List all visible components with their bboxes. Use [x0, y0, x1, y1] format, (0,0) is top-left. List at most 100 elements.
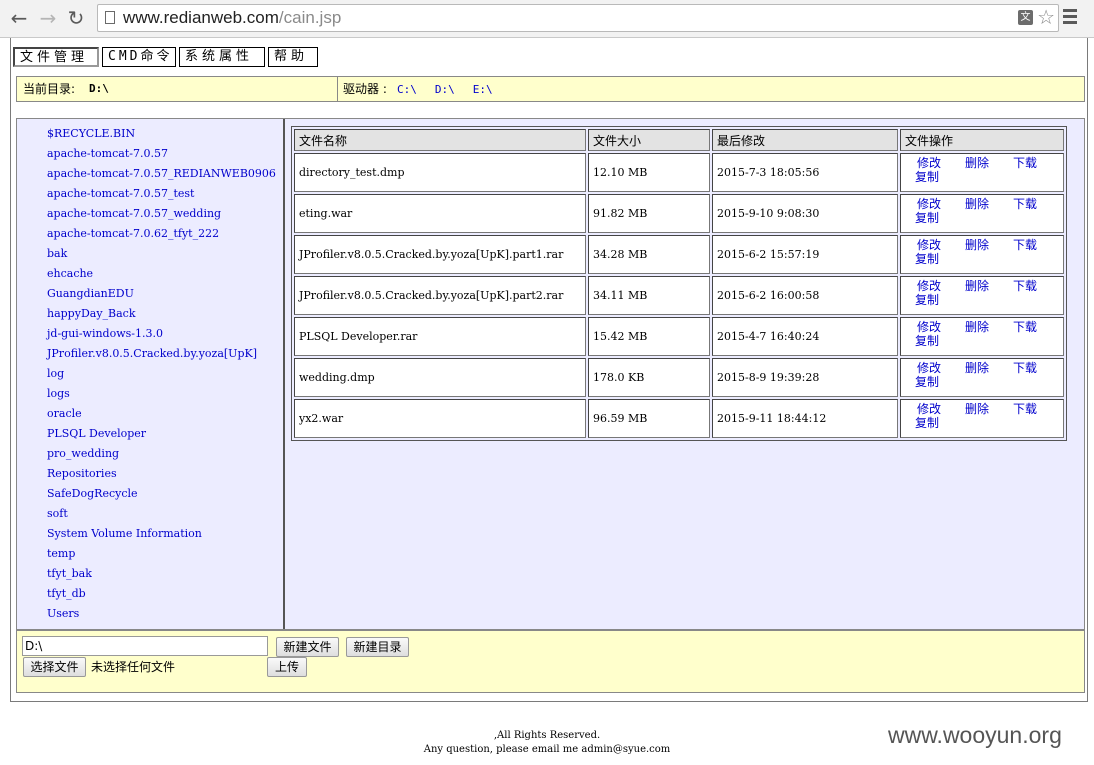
download-link[interactable]: 下载	[1013, 320, 1037, 334]
dir-item[interactable]: apache-tomcat-7.0.57	[47, 147, 168, 161]
tab-help[interactable]: 帮助	[268, 47, 318, 67]
drive-link-e[interactable]: E:\	[473, 83, 493, 96]
url-host: www.redianweb.com	[123, 8, 279, 27]
dir-item[interactable]: $RECYCLE.BIN	[47, 127, 135, 141]
new-dir-button[interactable]: 新建目录	[346, 637, 409, 657]
table-row: wedding.dmp 178.0 KB 2015-8-9 19:39:28 修…	[294, 358, 1064, 397]
copy-link[interactable]: 复制	[915, 252, 939, 266]
path-input[interactable]	[22, 636, 268, 656]
edit-link[interactable]: 修改	[917, 361, 941, 375]
delete-link[interactable]: 删除	[965, 238, 989, 252]
watermark: www.wooyun.org	[888, 722, 1062, 748]
copy-link[interactable]: 复制	[915, 375, 939, 389]
dir-item[interactable]: SafeDogRecycle	[47, 487, 138, 501]
file-modified: 2015-6-2 15:57:19	[712, 235, 898, 274]
delete-link[interactable]: 删除	[965, 197, 989, 211]
url-text[interactable]: www.redianweb.com/cain.jsp	[123, 8, 341, 28]
reload-icon[interactable]: ↻	[65, 6, 87, 30]
table-row: eting.war 91.82 MB 2015-9-10 9:08:30 修改 删…	[294, 194, 1064, 233]
tab-system-properties[interactable]: 系统属性	[179, 47, 265, 67]
file-size: 34.28 MB	[588, 235, 710, 274]
dir-item[interactable]: logs	[47, 387, 70, 401]
dir-item[interactable]: oracle	[47, 407, 82, 421]
dir-item[interactable]: Repositories	[47, 467, 117, 481]
bookmark-star-icon[interactable]: ☆	[1037, 6, 1055, 28]
translate-icon[interactable]: 文	[1018, 10, 1033, 25]
upload-button[interactable]: 上传	[267, 657, 307, 677]
delete-link[interactable]: 删除	[965, 361, 989, 375]
dir-item[interactable]: System Volume Information	[47, 527, 202, 541]
delete-link[interactable]: 删除	[965, 320, 989, 334]
col-header-actions: 文件操作	[900, 129, 1064, 151]
dir-item[interactable]: apache-tomcat-7.0.62_tfyt_222	[47, 227, 219, 241]
dir-item[interactable]: PLSQL Developer	[47, 427, 146, 441]
url-path: /cain.jsp	[278, 8, 342, 27]
edit-link[interactable]: 修改	[917, 320, 941, 334]
edit-link[interactable]: 修改	[917, 197, 941, 211]
tab-cmd[interactable]: CMD命令	[102, 47, 176, 67]
dir-item[interactable]: temp	[47, 547, 75, 561]
dir-item[interactable]: tfyt_bak	[47, 567, 92, 581]
table-row: JProfiler.v8.0.5.Cracked.by.yoza[UpK].pa…	[294, 235, 1064, 274]
edit-link[interactable]: 修改	[917, 156, 941, 170]
download-link[interactable]: 下载	[1013, 197, 1037, 211]
dir-item[interactable]: ehcache	[47, 267, 93, 281]
current-dir-value: D:\	[89, 82, 109, 95]
dir-item[interactable]: bak	[47, 247, 67, 261]
drives-label: 驱动器 :	[343, 82, 387, 96]
copy-link[interactable]: 复制	[915, 170, 939, 184]
file-table: 文件名称 文件大小 最后修改 文件操作 directory_test.dmp 1…	[291, 126, 1067, 441]
dir-item[interactable]: GuangdianEDU	[47, 287, 134, 301]
delete-link[interactable]: 删除	[965, 156, 989, 170]
copy-link[interactable]: 复制	[915, 211, 939, 225]
dir-item[interactable]: apache-tomcat-7.0.57_REDIANWEB0906	[47, 167, 276, 181]
drive-link-d[interactable]: D:\	[435, 83, 455, 96]
dir-item[interactable]: jd-gui-windows-1.3.0	[47, 327, 163, 341]
file-name: directory_test.dmp	[294, 153, 586, 192]
tab-file-manager[interactable]: 文件管理	[13, 47, 99, 67]
address-bar[interactable]: www.redianweb.com/cain.jsp 文 ☆	[97, 4, 1059, 32]
forward-icon[interactable]: →	[37, 6, 59, 30]
file-size: 15.42 MB	[588, 317, 710, 356]
dir-item[interactable]: JProfiler.v8.0.5.Cracked.by.yoza[UpK]	[47, 347, 257, 361]
download-link[interactable]: 下载	[1013, 402, 1037, 416]
dir-item[interactable]: apache-tomcat-7.0.57_test	[47, 187, 194, 201]
dir-item[interactable]: soft	[47, 507, 68, 521]
table-row: PLSQL Developer.rar 15.42 MB 2015-4-7 16…	[294, 317, 1064, 356]
file-name: PLSQL Developer.rar	[294, 317, 586, 356]
dir-item[interactable]: log	[47, 367, 64, 381]
download-link[interactable]: 下载	[1013, 361, 1037, 375]
edit-link[interactable]: 修改	[917, 279, 941, 293]
file-modified: 2015-9-11 18:44:12	[712, 399, 898, 438]
no-file-chosen-text: 未选择任何文件	[91, 660, 176, 674]
new-file-button[interactable]: 新建文件	[276, 637, 339, 657]
copy-link[interactable]: 复制	[915, 416, 939, 430]
file-name: yx2.war	[294, 399, 586, 438]
delete-link[interactable]: 删除	[965, 279, 989, 293]
copy-link[interactable]: 复制	[915, 293, 939, 307]
file-size: 96.59 MB	[588, 399, 710, 438]
choose-file-button[interactable]: 选择文件	[23, 657, 86, 677]
file-actions: 修改 删除 下载复制	[900, 194, 1064, 233]
copy-link[interactable]: 复制	[915, 334, 939, 348]
file-name: JProfiler.v8.0.5.Cracked.by.yoza[UpK].pa…	[294, 235, 586, 274]
file-size: 91.82 MB	[588, 194, 710, 233]
dir-item[interactable]: happyDay_Back	[47, 307, 136, 321]
col-header-size: 文件大小	[588, 129, 710, 151]
edit-link[interactable]: 修改	[917, 402, 941, 416]
download-link[interactable]: 下载	[1013, 156, 1037, 170]
dir-item[interactable]: Users	[47, 607, 79, 621]
file-size: 12.10 MB	[588, 153, 710, 192]
dir-item[interactable]: tfyt_db	[47, 587, 86, 601]
download-link[interactable]: 下载	[1013, 238, 1037, 252]
delete-link[interactable]: 删除	[965, 402, 989, 416]
edit-link[interactable]: 修改	[917, 238, 941, 252]
dir-item[interactable]: apache-tomcat-7.0.57_wedding	[47, 207, 221, 221]
file-actions: 修改 删除 下载复制	[900, 276, 1064, 315]
dir-item[interactable]: pro_wedding	[47, 447, 119, 461]
download-link[interactable]: 下载	[1013, 279, 1037, 293]
page-icon	[105, 11, 115, 24]
back-icon[interactable]: ←	[8, 6, 30, 30]
drive-link-c[interactable]: C:\	[397, 83, 417, 96]
menu-icon[interactable]	[1063, 9, 1077, 25]
